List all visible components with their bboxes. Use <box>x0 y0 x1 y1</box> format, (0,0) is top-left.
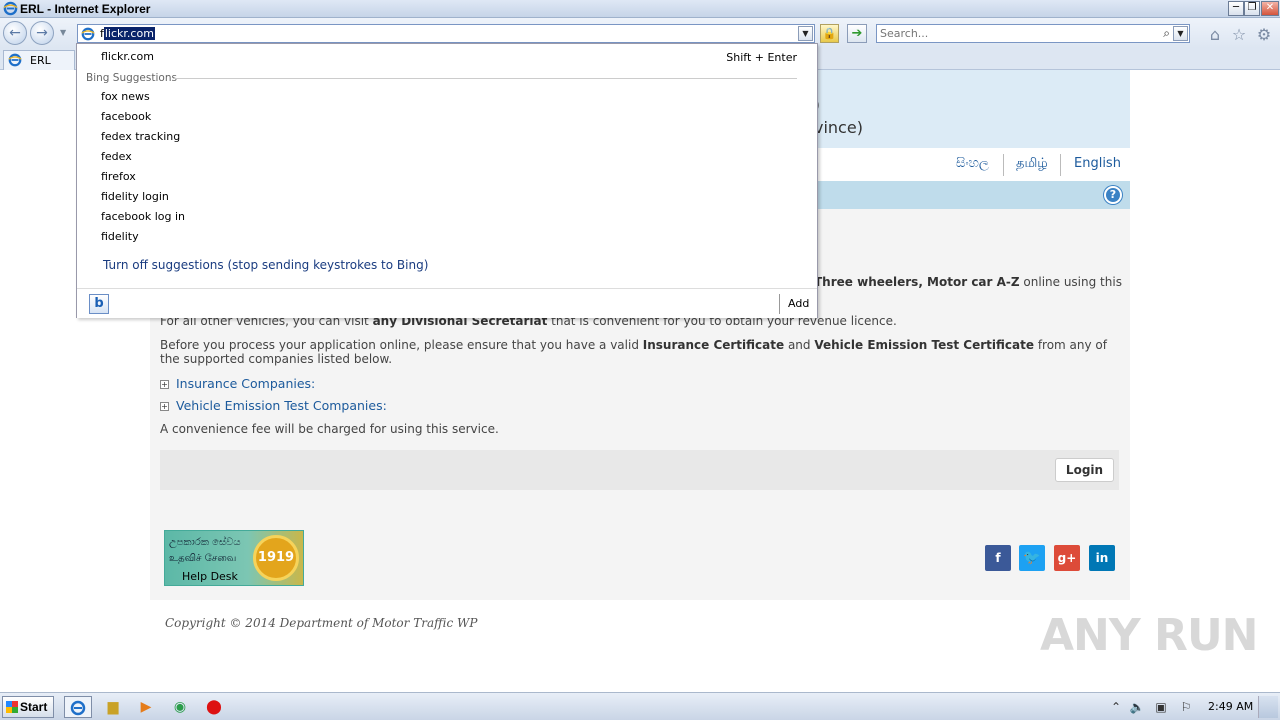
helpdesk-sinhala: උපකාරක සේවය <box>169 537 241 548</box>
turn-off-suggestions-link[interactable]: Turn off suggestions (stop sending keyst… <box>103 258 428 272</box>
tab-erl[interactable]: ERL <box>3 50 75 70</box>
expander-label[interactable]: Vehicle Emission Test Companies: <box>176 398 387 413</box>
start-button[interactable]: Start <box>2 696 54 718</box>
p3-bold-insurance: Insurance Certificate <box>642 338 785 352</box>
insurance-companies-expander[interactable]: + Insurance Companies: <box>160 376 315 391</box>
taskbar-stop-icon[interactable]: ⬤ <box>200 696 228 718</box>
helpdesk-english: Help Desk <box>182 570 238 583</box>
facebook-icon[interactable]: f <box>985 545 1011 571</box>
windows-flag-icon <box>6 701 18 713</box>
intro-bold: Three wheelers, Motor car A-Z <box>814 275 1020 289</box>
volume-icon[interactable]: 🔈 <box>1129 699 1145 715</box>
show-desktop-button[interactable] <box>1258 696 1278 718</box>
intro-text: Three wheelers, Motor car A-Z online usi… <box>814 275 1124 289</box>
suggestion-item[interactable]: fedex tracking <box>101 130 180 143</box>
search-box[interactable]: ⌕ ▼ <box>876 24 1190 43</box>
lock-icon[interactable]: 🔒 <box>820 24 839 43</box>
suggestion-item[interactable]: facebook log in <box>101 210 185 223</box>
expander-label[interactable]: Insurance Companies: <box>176 376 315 391</box>
banner-line-2: vince) <box>814 118 863 137</box>
clock[interactable]: 2:49 AM <box>1208 700 1253 713</box>
back-button[interactable]: ← <box>3 21 27 45</box>
search-dropdown-icon[interactable]: ▼ <box>1173 26 1188 41</box>
favorites-star-icon[interactable]: ☆ <box>1230 26 1248 44</box>
anyrun-watermark: ANY RUN <box>1040 610 1258 661</box>
address-dropdown-icon[interactable]: ▼ <box>798 26 813 41</box>
suggestion-item[interactable]: fox news <box>101 90 150 103</box>
ie-tab-icon <box>8 53 22 67</box>
emission-companies-expander[interactable]: + Vehicle Emission Test Companies: <box>160 398 387 413</box>
help-icon[interactable]: ? <box>1104 186 1122 204</box>
window-title: ERL - Internet Explorer <box>20 2 151 16</box>
go-button[interactable]: ➔ <box>847 24 867 43</box>
help-desk-banner[interactable]: උපකාරක සේවය உதவிச் சேவை Help Desk 1919 <box>164 530 304 586</box>
helpdesk-number-seal: 1919 <box>253 535 299 581</box>
address-text[interactable]: flickr.com <box>100 27 155 40</box>
suggestion-item[interactable]: fidelity login <box>101 190 169 203</box>
recent-pages-chevron-icon[interactable]: ▼ <box>60 28 66 37</box>
suggestion-item[interactable]: fidelity <box>101 230 139 243</box>
twitter-icon[interactable]: 🐦 <box>1019 545 1045 571</box>
add-provider-button[interactable]: Add <box>788 297 809 310</box>
home-icon[interactable]: ⌂ <box>1206 26 1224 44</box>
search-input[interactable] <box>880 26 1150 41</box>
google-plus-icon[interactable]: g+ <box>1054 545 1080 571</box>
address-autocomplete-dropdown: flickr.com Shift + Enter Bing Suggestion… <box>76 43 818 318</box>
lang-divider <box>1003 154 1004 176</box>
action-center-flag-icon[interactable]: ⚐ <box>1178 699 1194 715</box>
gear-icon[interactable]: ⚙ <box>1255 26 1273 44</box>
suggestion-item[interactable]: firefox <box>101 170 136 183</box>
lang-tamil[interactable]: தமிழ் <box>1016 156 1048 172</box>
autocomplete-footer: b Add <box>77 288 817 318</box>
linkedin-icon[interactable]: in <box>1089 545 1115 571</box>
forward-button[interactable]: → <box>30 21 54 45</box>
search-icon[interactable]: ⌕ <box>1163 26 1170 41</box>
login-button[interactable]: Login <box>1055 458 1114 482</box>
ie-icon <box>3 1 18 16</box>
suggestion-item[interactable]: facebook <box>101 110 151 123</box>
tab-label: ERL <box>30 54 51 67</box>
p3-lead: Before you process your application onli… <box>160 338 643 352</box>
start-label: Start <box>20 700 48 714</box>
close-button[interactable]: ✕ <box>1261 1 1279 16</box>
autocomplete-top-entry[interactable]: flickr.com <box>101 50 154 63</box>
taskbar: Start ▆ ▶ ◉ ⬤ ⌃ 🔈 ▣ ⚐ 2:49 AM <box>0 692 1280 720</box>
tray-expand-icon[interactable]: ⌃ <box>1108 699 1124 715</box>
bing-suggestions-label: Bing Suggestions <box>86 72 177 84</box>
address-bar[interactable]: flickr.com ▼ <box>77 24 815 43</box>
bing-icon[interactable]: b <box>89 294 109 314</box>
intro-tail: online using this <box>1019 275 1122 289</box>
address-completion: lickr.com <box>103 27 155 40</box>
expand-plus-icon[interactable]: + <box>160 402 169 411</box>
lang-english[interactable]: English <box>1074 156 1121 171</box>
lang-divider <box>1060 154 1061 176</box>
login-bar: Login <box>160 450 1119 490</box>
copyright-text: Copyright © 2014 Department of Motor Tra… <box>165 616 478 630</box>
p3-bold-emission: Vehicle Emission Test Certificate <box>814 338 1034 352</box>
network-icon[interactable]: ▣ <box>1153 699 1169 715</box>
minimize-button[interactable]: ─ <box>1228 1 1244 16</box>
lang-sinhala[interactable]: සිංහල <box>956 156 989 171</box>
maximize-button[interactable]: ❐ <box>1244 1 1260 16</box>
taskbar-ie-icon[interactable] <box>64 696 92 718</box>
taskbar-chrome-icon[interactable]: ◉ <box>166 696 194 718</box>
paragraph-requirements: Before you process your application onli… <box>160 338 1110 366</box>
taskbar-explorer-icon[interactable]: ▆ <box>99 696 127 718</box>
suggestion-item[interactable]: fedex <box>101 150 132 163</box>
ie-page-icon <box>81 27 95 41</box>
group-divider <box>173 78 797 79</box>
footer-divider <box>779 294 780 314</box>
taskbar-media-player-icon[interactable]: ▶ <box>132 696 160 718</box>
title-bar: ERL - Internet Explorer ─ ❐ ✕ <box>0 0 1280 18</box>
fee-note: A convenience fee will be charged for us… <box>160 422 499 436</box>
autocomplete-shortcut: Shift + Enter <box>726 51 797 64</box>
p3-mid: and <box>784 338 815 352</box>
helpdesk-tamil: உதவிச் சேவை <box>169 553 237 564</box>
expand-plus-icon[interactable]: + <box>160 380 169 389</box>
